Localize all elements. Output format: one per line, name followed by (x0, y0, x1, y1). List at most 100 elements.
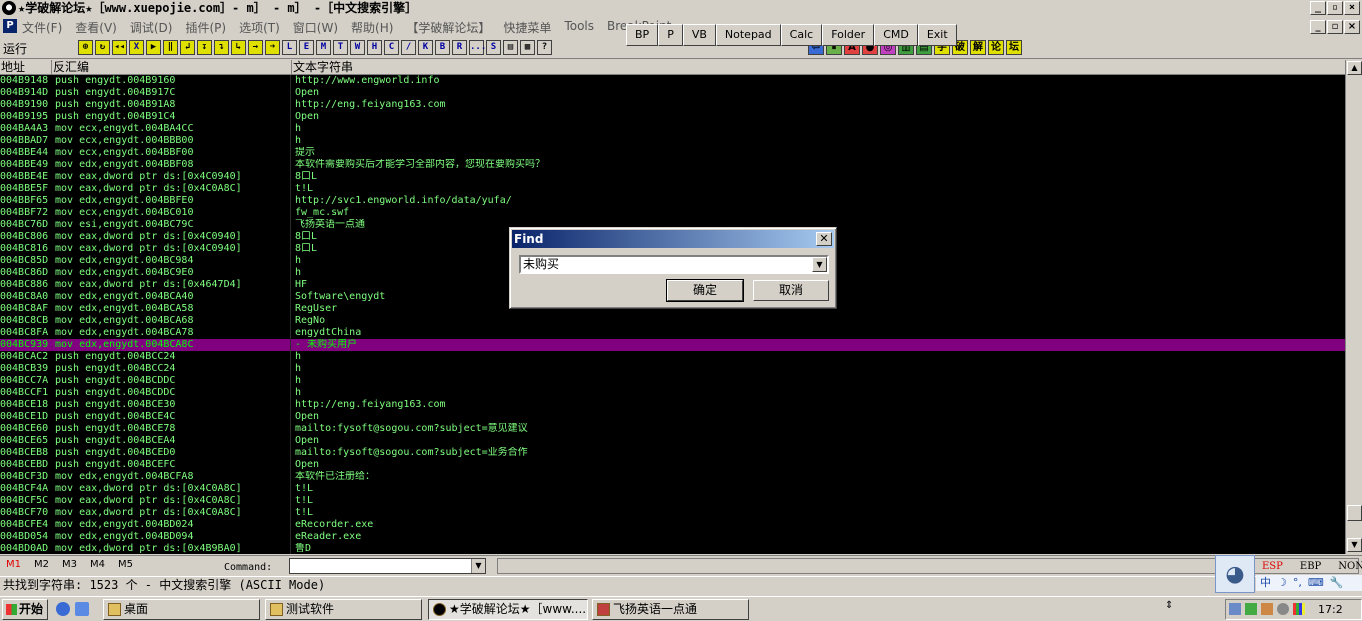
close-icon[interactable]: ✕ (816, 232, 832, 246)
table-row[interactable]: 004BCC7A push engydt.004BCDDC h (0, 375, 1345, 387)
table-row[interactable]: 004BCF3D mov edx,engydt.004BCFA8 本软件已注册给： (0, 471, 1345, 483)
menu-item[interactable]: 插件(P) (185, 19, 226, 36)
table-row[interactable]: 004B914D push engydt.004B917C Open (0, 87, 1345, 99)
toolbar-icon[interactable]: T (333, 40, 348, 55)
child-minimize-button[interactable]: _ (1310, 20, 1326, 34)
toolbar-icon[interactable]: ◂◂ (112, 40, 127, 55)
close-button[interactable]: × (1344, 1, 1360, 15)
desktop-icon[interactable] (75, 602, 89, 616)
table-row[interactable]: 004BCAC2 push engydt.004BCC24 h (0, 351, 1345, 363)
toolbar-icon[interactable]: ▤ (503, 40, 518, 55)
task-desktop[interactable]: 桌面 (103, 599, 260, 620)
menu-item[interactable]: 【学破解论坛】 (406, 19, 490, 36)
toolbar-icon[interactable]: E (299, 40, 314, 55)
toolbar-icon[interactable]: ↲ (180, 40, 195, 55)
chevron-down-icon[interactable]: ▼ (812, 257, 827, 272)
task-ollydbg[interactable]: ★学破解论坛★［www.... (428, 599, 588, 620)
toolbar-icon[interactable]: ... (469, 40, 486, 55)
table-row[interactable]: 004BBE4E mov eax,dword ptr ds:[0x4C0940] 8… (0, 171, 1345, 183)
cancel-button[interactable]: 取消 (753, 280, 829, 301)
memory-tab[interactable]: M3 (62, 559, 77, 570)
menu-item[interactable]: 调试(D) (130, 19, 173, 36)
toolbar-icon[interactable]: K (418, 40, 433, 55)
ie-icon[interactable] (56, 602, 70, 616)
toolbar-icon[interactable]: X (129, 40, 144, 55)
memory-tab[interactable]: M4 (90, 559, 105, 570)
toolbar-icon[interactable]: ‖ (163, 40, 178, 55)
table-row[interactable]: 004BBF72 mov ecx,engydt.004BC010 fw_mc.swf (0, 207, 1345, 219)
memory-tab[interactable]: M5 (118, 559, 133, 570)
toolbar-icon[interactable]: ▶ (146, 40, 161, 55)
scroll-up-icon[interactable]: ▲ (1347, 61, 1362, 75)
toolbar-icon[interactable]: C (384, 40, 399, 55)
menu-item[interactable]: 查看(V) (75, 19, 117, 36)
toolbar-plugin-icon[interactable]: 解 (970, 40, 986, 55)
start-button[interactable]: 开始 (2, 599, 48, 620)
toolbar-icon[interactable]: L (282, 40, 297, 55)
table-row[interactable]: 004B9190 push engydt.004B91A8 http://eng.f… (0, 99, 1345, 111)
ime-item[interactable]: ⌨ (1308, 575, 1324, 591)
menu-item[interactable]: 选项(T) (239, 19, 280, 36)
table-row[interactable]: 004BCEBD push engydt.004BCEFC Open (0, 459, 1345, 471)
string-list[interactable]: 004B9148 push engydt.004B9160 http://www.e… (0, 75, 1345, 554)
ok-button[interactable]: 确定 (666, 279, 744, 302)
menu-item[interactable]: 帮助(H) (351, 19, 393, 36)
ime-item[interactable]: °, (1293, 575, 1302, 591)
column-address[interactable]: 地址 (0, 60, 52, 74)
table-row[interactable]: 004BCE18 push engydt.004BCE30 http://eng.f… (0, 399, 1345, 411)
table-row[interactable]: 004BCE60 push engydt.004BCE78 mailto:fysof… (0, 423, 1345, 435)
command-dropdown-icon[interactable]: ▼ (471, 559, 485, 573)
plugin-button-bp[interactable]: BP (626, 24, 659, 46)
table-row[interactable]: 004B9195 push engydt.004B91C4 Open (0, 111, 1345, 123)
table-row[interactable]: 004BCCF1 push engydt.004BCDDC h (0, 387, 1345, 399)
task-feiyang[interactable]: 飞扬英语一点通 (592, 599, 749, 620)
tray-app-icon[interactable] (1245, 603, 1257, 615)
plugin-button-cmd[interactable]: CMD (874, 24, 918, 46)
table-row[interactable]: 004BCE65 push engydt.004BCEA4 Open (0, 435, 1345, 447)
table-row[interactable]: 004BCB39 push engydt.004BCC24 h (0, 363, 1345, 375)
table-row[interactable]: 004BD0AD mov edx,dword ptr ds:[0x4B9BA0] 鲁… (0, 543, 1345, 554)
restore-button[interactable]: ▫ (1327, 1, 1343, 15)
table-row[interactable]: 004B9148 push engydt.004B9160 http://www.e… (0, 75, 1345, 87)
toolbar-icon[interactable]: ↳ (231, 40, 246, 55)
table-row[interactable]: 004BA4A3 mov ecx,engydt.004BA4CC h (0, 123, 1345, 135)
plugin-button-folder[interactable]: Folder (822, 24, 875, 46)
table-row[interactable]: 004BCF4A mov eax,dword ptr ds:[0x4C0A8C] t… (0, 483, 1345, 495)
table-row[interactable]: 004BC8CB mov edx,engydt.004BCA68 RegNo (0, 315, 1345, 327)
toolbar-icon[interactable]: ▦ (520, 40, 535, 55)
table-row[interactable]: 004BCEB8 push engydt.004BCED0 mailto:fysof… (0, 447, 1345, 459)
child-close-button[interactable]: × (1344, 20, 1360, 34)
table-row[interactable]: 004BBE44 mov ecx,engydt.004BBF00 提示 (0, 147, 1345, 159)
ime-item[interactable]: 🔧 (1330, 575, 1344, 591)
scroll-down-icon[interactable]: ▼ (1347, 538, 1362, 552)
table-row[interactable]: 004BCF70 mov eax,dword ptr ds:[0x4C0A8C] t… (0, 507, 1345, 519)
task-test-software[interactable]: 测试软件 (265, 599, 422, 620)
toolbar-icon[interactable]: ↧ (197, 40, 212, 55)
toolbar-icon[interactable]: R (452, 40, 467, 55)
tray-sound-icon[interactable] (1277, 603, 1289, 615)
toolbar-icon[interactable]: ↻ (95, 40, 110, 55)
child-window-icon[interactable]: P (3, 19, 17, 33)
plugin-button-p[interactable]: P (658, 24, 683, 46)
table-row[interactable]: 004BBE49 mov edx,engydt.004BBF08 本软件需要购买后才… (0, 159, 1345, 171)
vertical-scrollbar[interactable]: ▲ ▼ (1345, 60, 1362, 554)
scroll-thumb[interactable] (1347, 505, 1362, 521)
find-input[interactable]: 未购买 ▼ (519, 255, 829, 274)
menu-item[interactable]: 快捷菜单 (503, 19, 551, 36)
toolbar-icon[interactable]: S (486, 40, 501, 55)
table-row[interactable]: 004BCE1D push engydt.004BCE4C Open (0, 411, 1345, 423)
ime-item[interactable]: ☽ (1277, 575, 1287, 591)
command-input[interactable]: ▼ (289, 558, 486, 574)
menu-item[interactable]: 窗口(W) (293, 19, 338, 36)
toolbar-plugin-icon[interactable]: 坛 (1006, 40, 1022, 55)
child-restore-button[interactable]: ▫ (1327, 20, 1343, 34)
find-dialog-title[interactable]: Find ✕ (512, 230, 834, 248)
table-row[interactable]: 004BBE5F mov eax,dword ptr ds:[0x4C0A8C] t… (0, 183, 1345, 195)
memory-tab[interactable]: M2 (34, 559, 49, 570)
tray-tool-icon[interactable] (1261, 603, 1273, 615)
toolbar-icon[interactable]: M (316, 40, 331, 55)
toolbar-plugin-icon[interactable]: 论 (988, 40, 1004, 55)
network-icon[interactable] (1229, 603, 1241, 615)
table-row[interactable]: 004BBAD7 mov ecx,engydt.004BBB00 h (0, 135, 1345, 147)
table-row[interactable]: 004BCF5C mov eax,dword ptr ds:[0x4C0A8C] t… (0, 495, 1345, 507)
